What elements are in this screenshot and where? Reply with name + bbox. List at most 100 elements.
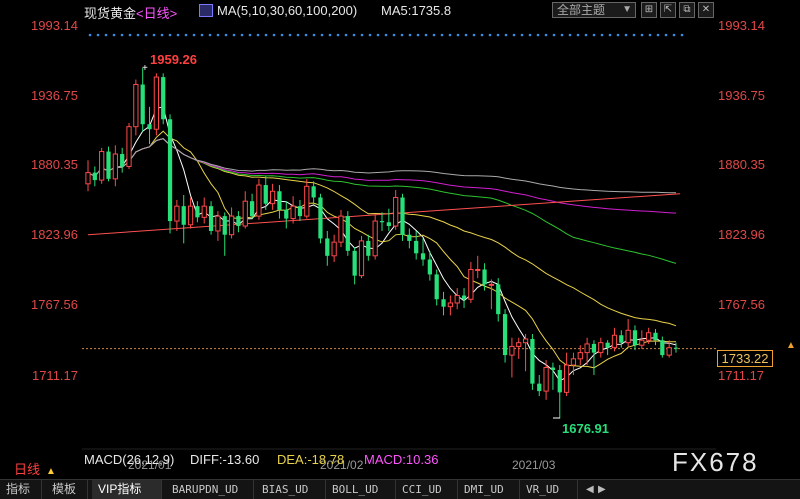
expand-icon[interactable]: ⇱ [660,2,676,18]
dot-marker [488,33,492,37]
candle-body [660,340,665,356]
candle-body [153,76,159,130]
high-marker: + [142,63,148,74]
dot-marker [256,33,260,37]
tab-bias[interactable]: BIAS_UD [256,480,326,499]
dot-marker [344,33,348,37]
dot-marker [264,33,268,37]
instrument-name: 现货黄金 [84,6,137,21]
candle-body [195,206,200,218]
dot-marker [512,33,516,37]
candle-body [222,216,227,235]
candle-body [284,209,289,219]
tab-boll[interactable]: BOLL_UD [326,480,396,499]
dot-marker [448,33,452,37]
candle-body [420,253,426,260]
dot-marker [672,33,676,37]
candle-body [140,84,145,125]
dot-marker [584,33,588,37]
candle-body [331,241,337,257]
candle-body [666,347,672,356]
dot-marker [208,33,212,37]
candle-body [605,342,610,348]
candle-body [269,190,276,205]
candle-body [427,259,432,275]
candle-body [447,302,453,308]
axis-tick-right: 1880.35 [718,157,765,172]
candle-body [290,205,296,220]
triangle-up-icon: ▲ [46,466,56,477]
period-button-label: 日线 [14,462,41,477]
dot-marker [408,33,412,37]
candle-body [461,295,467,300]
macd-diff: DIFF:-13.60 [190,452,260,467]
axis-tick-right: 1767.56 [718,297,765,312]
dot-marker [336,33,340,37]
candle-body [502,314,508,356]
candle-body [441,299,446,307]
tab-templates[interactable]: 模板 [46,480,88,499]
ma5-line [87,106,677,382]
tab-barupdn[interactable]: BARUPDN_UD [166,480,254,499]
dot-marker [680,33,684,37]
candle-body [208,206,214,231]
theme-select-value: 全部主题 [557,3,606,17]
dot-marker [152,33,156,37]
dot-marker [384,33,388,37]
dot-marker [616,33,620,37]
dot-marker [456,33,460,37]
candle-body [215,215,221,232]
dot-marker [600,33,604,37]
grid-icon[interactable]: ⊞ [641,2,657,18]
price-marker-icon: ▲ [786,340,796,351]
axis-tick-left: 1711.17 [31,368,78,383]
tab-vr[interactable]: VR_UD [520,480,578,499]
candle-body [530,338,535,384]
candle-body [673,347,679,349]
dot-marker [368,33,372,37]
tab-cci[interactable]: CCI_UD [396,480,458,499]
dot-marker [128,33,132,37]
candle-body [543,367,549,392]
candle-body [434,274,439,300]
candle-body [639,339,645,346]
ma5-value: MA5:1735.8 [381,3,452,18]
ma-indicator-icon[interactable] [199,4,213,17]
candle-body [311,186,316,198]
chevron-right-icon[interactable]: ▶ [598,480,606,499]
candle-body [393,196,399,227]
tab-dmi[interactable]: DMI_UD [458,480,520,499]
candle-body [338,215,344,243]
dot-marker [480,33,484,37]
candle-body [407,234,412,241]
candle-body [201,205,207,218]
dot-marker [296,33,300,37]
candle-body [646,332,652,341]
restore-icon[interactable]: ⧉ [679,2,695,18]
chevron-left-icon[interactable]: ◀ [586,480,594,499]
dot-marker [192,33,196,37]
macd-title: MACD(26,12,9) [84,452,175,467]
dot-marker [416,33,420,37]
candle-body [147,124,152,130]
dot-marker [240,33,244,37]
close-icon[interactable]: ✕ [698,2,714,18]
dot-marker [504,33,508,37]
candle-body [611,334,618,349]
period-label: <日线> [136,6,178,21]
dot-marker [160,33,164,37]
tab-vip-indicators[interactable]: VIP指标 [92,480,162,499]
dot-marker [464,33,468,37]
tab-indicators[interactable]: 指标 [0,480,42,499]
period-button[interactable]: 日线 ▲ [14,459,56,478]
theme-select[interactable]: 全部主题 ▼ [552,2,636,18]
dot-marker [360,33,364,37]
dot-marker [288,33,292,37]
price-chart[interactable]: + [0,0,800,498]
axis-tick-right: 1993.14 [718,18,765,33]
candle-body [496,284,501,315]
candle-body [120,154,125,167]
dot-marker [392,33,396,37]
dot-marker [144,33,148,37]
low-annotation: 1676.91 [562,421,609,436]
